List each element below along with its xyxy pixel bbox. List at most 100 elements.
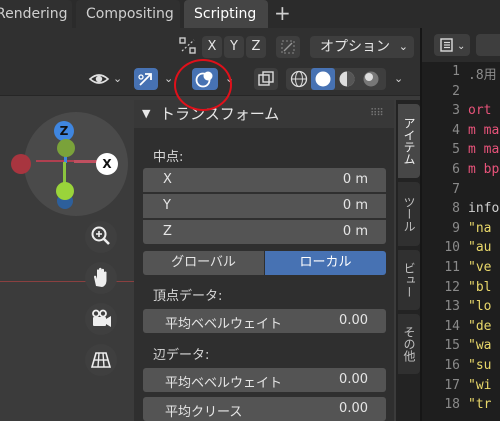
field-value: 0 m: [342, 172, 368, 187]
median-z-field[interactable]: Z 0 m: [143, 220, 386, 244]
line-number: 14: [444, 318, 460, 334]
field-value: 0 m: [342, 224, 368, 239]
median-x-field[interactable]: X 0 m: [143, 168, 386, 192]
code-line[interactable]: 10 "au: [422, 240, 500, 261]
code-text: "tr: [468, 397, 492, 413]
code-text: "ve: [468, 260, 492, 275]
svg-text:⌄: ⌄: [457, 41, 465, 52]
code-text: .8用: [468, 68, 497, 83]
code-line[interactable]: 17 "wi: [422, 378, 500, 399]
code-line[interactable]: 8 info: [422, 201, 500, 222]
visibility-eye-icon[interactable]: [88, 68, 110, 90]
xray-toggle-button[interactable]: [254, 68, 278, 90]
code-text: "wi: [468, 377, 492, 393]
field-label: X: [163, 172, 172, 187]
solid-shading-button[interactable]: [311, 68, 335, 90]
code-line[interactable]: 13 "lo: [422, 299, 500, 320]
local-toggle[interactable]: ローカル: [265, 251, 386, 275]
tab-misc[interactable]: その他: [398, 314, 420, 374]
code-line[interactable]: 5 m ma: [422, 142, 500, 163]
code-text: info: [468, 201, 500, 217]
rendered-shading-icon[interactable]: [360, 69, 382, 89]
options-dropdown[interactable]: オプション ⌄: [310, 36, 414, 58]
edge-data-label: 辺データ:: [153, 348, 210, 363]
mirror-z-button[interactable]: Z: [246, 36, 266, 58]
line-number: 7: [452, 181, 460, 197]
code-line[interactable]: 18 "tr: [422, 397, 500, 418]
code-line[interactable]: 2: [422, 84, 500, 105]
mirror-x-button[interactable]: X: [202, 36, 222, 58]
global-toggle[interactable]: グローバル: [143, 251, 264, 275]
show-gizmo-button[interactable]: [134, 68, 158, 90]
median-label: 中点:: [153, 150, 184, 165]
code-line[interactable]: 6 m bp: [422, 162, 500, 183]
field-label: Y: [163, 198, 171, 213]
tab-rendering[interactable]: Rendering: [0, 0, 72, 28]
panel-header[interactable]: ▼ トランスフォーム ⠿⠿: [134, 100, 394, 128]
gizmo-neg-x-axis[interactable]: [11, 154, 31, 174]
grid-view-icon[interactable]: [85, 344, 117, 376]
add-workspace-button[interactable]: +: [274, 0, 291, 28]
code-line[interactable]: 14 "de: [422, 319, 500, 340]
line-number: 5: [452, 142, 460, 158]
wireframe-shading-icon[interactable]: [288, 69, 310, 89]
zoom-icon[interactable]: [85, 221, 117, 253]
chevron-down-icon[interactable]: ⌄: [164, 68, 173, 90]
gizmo-x-axis[interactable]: X: [96, 153, 118, 175]
camera-icon[interactable]: [85, 303, 117, 335]
line-number: 4: [452, 122, 460, 138]
chevron-down-icon[interactable]: ⌄: [394, 68, 403, 90]
field-value: 0.00: [339, 372, 368, 387]
gizmo-y-axis[interactable]: [56, 182, 74, 200]
collapse-triangle-icon[interactable]: ▼: [142, 100, 150, 128]
tab-scripting[interactable]: Scripting: [184, 0, 268, 28]
line-number: 1: [452, 64, 460, 79]
line-number: 6: [452, 162, 460, 177]
code-line[interactable]: 3 ort: [422, 103, 500, 124]
code-line[interactable]: 12 "bl: [422, 280, 500, 301]
line-number: 16: [444, 358, 460, 373]
code-text: "lo: [468, 299, 492, 315]
tab-view[interactable]: ビュー: [398, 250, 420, 310]
code-line[interactable]: 9 "na: [422, 221, 500, 242]
field-value: 0 m: [342, 198, 368, 213]
code-line[interactable]: 4 m ma: [422, 123, 500, 144]
median-y-field[interactable]: Y 0 m: [143, 194, 386, 218]
edge-crease-field[interactable]: 平均クリース 0.00: [143, 397, 386, 421]
code-text: "bl: [468, 279, 492, 295]
x-axis-line: [36, 160, 76, 162]
vertex-bevel-weight-field[interactable]: 平均ベベルウェイト 0.00: [143, 309, 386, 333]
code-line[interactable]: 15 "wa: [422, 338, 500, 359]
editor-type-dropdown[interactable]: ⌄: [434, 34, 470, 56]
code-text: "de: [468, 318, 492, 334]
options-label: オプション: [320, 39, 390, 55]
code-line[interactable]: 1 .8用: [422, 64, 500, 85]
edge-bevel-weight-field[interactable]: 平均ベベルウェイト 0.00: [143, 368, 386, 392]
gizmo-z-axis[interactable]: Z: [54, 121, 74, 141]
material-shading-icon[interactable]: [336, 69, 358, 89]
gizmo-neg-y-axis[interactable]: [57, 139, 75, 157]
vertex-data-label: 頂点データ:: [153, 289, 223, 304]
code-text: "wa: [468, 338, 492, 354]
code-text: m ma: [468, 142, 500, 158]
line-number: 12: [444, 279, 460, 295]
code-line[interactable]: 7: [422, 182, 500, 203]
tab-compositing[interactable]: Compositing: [76, 0, 180, 28]
chevron-down-icon[interactable]: ⌄: [113, 68, 122, 90]
tab-item[interactable]: アイテム: [398, 104, 420, 178]
tab-tool[interactable]: ツール: [398, 182, 420, 246]
code-line[interactable]: 16 "su: [422, 358, 500, 379]
line-number: 9: [452, 220, 460, 236]
code-line[interactable]: 11 "ve: [422, 260, 500, 281]
editor-view-menu[interactable]: [476, 34, 500, 56]
pan-hand-icon[interactable]: [85, 262, 117, 294]
line-number: 13: [444, 299, 460, 315]
code-text: m bp: [468, 162, 500, 177]
transform-pivot-icon[interactable]: [276, 36, 300, 58]
line-number: 2: [452, 83, 460, 99]
text-editor-header: ⌄: [422, 28, 500, 62]
line-number: 11: [444, 260, 460, 275]
mirror-y-button[interactable]: Y: [224, 36, 244, 58]
drag-handle-icon[interactable]: ⠿⠿: [370, 100, 384, 128]
line-number: 17: [444, 377, 460, 393]
